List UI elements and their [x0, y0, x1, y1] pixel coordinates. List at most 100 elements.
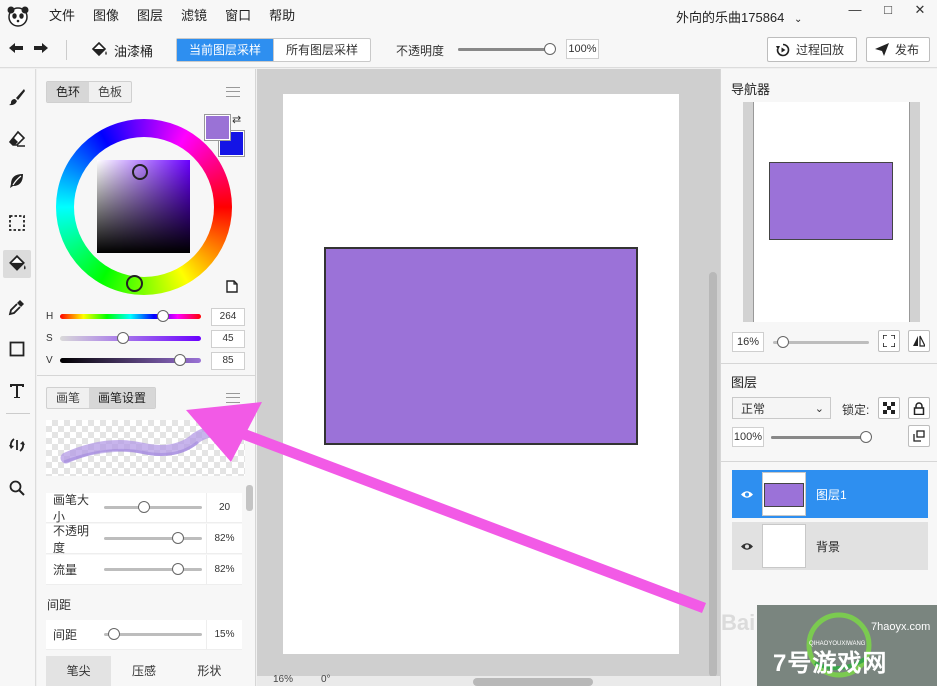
foreground-color-swatch[interactable] [204, 114, 231, 141]
brush-size-knob[interactable] [138, 501, 151, 513]
lock-transparency-button[interactable] [878, 397, 900, 419]
hue-slider[interactable] [60, 309, 201, 322]
tool-marquee[interactable] [3, 209, 31, 237]
saturation-value[interactable]: 45 [211, 330, 245, 348]
tab-brush-settings[interactable]: 画笔设置 [89, 388, 156, 408]
tool-bucket[interactable] [3, 250, 31, 278]
navigator-zoom-slider[interactable] [773, 336, 869, 348]
saturation-value-square[interactable] [97, 160, 190, 253]
menu-layer[interactable]: 图层 [128, 0, 172, 32]
visibility-eye-icon[interactable] [732, 490, 762, 499]
value-value[interactable]: 85 [211, 352, 245, 370]
color-panel-menu-icon[interactable] [226, 87, 240, 97]
swap-colors-icon[interactable]: ⇄ [232, 113, 241, 126]
brush-flow-slider[interactable] [104, 563, 202, 575]
opacity-slider[interactable] [458, 43, 556, 55]
sample-all-layers-option[interactable]: 所有图层采样 [273, 39, 370, 61]
menu-image[interactable]: 图像 [84, 0, 128, 32]
tab-shape[interactable]: 形状 [177, 656, 242, 686]
document-title[interactable]: 外向的乐曲175864 ⌄ [676, 7, 802, 26]
menu-filter[interactable]: 滤镜 [172, 0, 216, 32]
hue-value[interactable]: 264 [211, 308, 245, 326]
tool-brush[interactable] [3, 83, 31, 111]
purple-rectangle[interactable] [324, 247, 638, 445]
menu-file[interactable]: 文件 [40, 0, 84, 32]
undo-button[interactable] [6, 39, 26, 59]
watermark-baidu-text: Bai [721, 610, 756, 635]
tool-text[interactable] [3, 377, 31, 405]
brush-flow-knob[interactable] [172, 563, 185, 575]
hue-ring-handle[interactable] [126, 275, 143, 292]
value-slider[interactable] [60, 353, 201, 366]
brush-opacity-knob[interactable] [172, 532, 185, 544]
publish-button[interactable]: 发布 [866, 37, 930, 62]
copy-color-icon[interactable] [226, 280, 238, 296]
history-replay-button[interactable]: 过程回放 [767, 37, 857, 62]
opacity-slider-knob[interactable] [544, 43, 556, 55]
layer-opacity-knob[interactable] [860, 431, 872, 443]
sv-picker-handle[interactable] [132, 164, 148, 180]
saturation-slider[interactable] [60, 331, 201, 344]
brush-settings-scrollbar[interactable] [246, 485, 253, 511]
bucket-icon [91, 42, 107, 57]
navigator-zoom-value[interactable]: 16% [732, 332, 764, 352]
maximize-button[interactable]: □ [873, 0, 903, 22]
tab-pressure[interactable]: 压感 [111, 656, 176, 686]
menu-help[interactable]: 帮助 [260, 0, 304, 32]
tool-eyedropper[interactable] [3, 293, 31, 321]
fit-screen-button[interactable] [878, 330, 900, 352]
brush-opacity-value[interactable]: 82% [206, 524, 242, 554]
menu-window[interactable]: 窗口 [216, 0, 260, 32]
close-button[interactable]: ✕ [905, 0, 935, 22]
canvas-area[interactable]: 16% 0° [257, 69, 720, 686]
tab-swatches[interactable]: 色板 [89, 82, 131, 102]
layer-clip-button[interactable] [908, 425, 930, 447]
status-zoom: 16% [273, 674, 294, 685]
layer-row-layer1[interactable]: 图层1 [732, 470, 928, 518]
opacity-value[interactable]: 100% [566, 39, 599, 59]
layer-row-background[interactable]: 背景 [732, 522, 928, 570]
spacing-value[interactable]: 15% [206, 620, 242, 650]
hue-slider-knob[interactable] [157, 309, 170, 322]
navigator-zoom-knob[interactable] [777, 336, 789, 348]
sample-current-layer-option[interactable]: 当前图层采样 [177, 39, 274, 61]
flip-view-button[interactable] [908, 330, 930, 352]
lock-layer-button[interactable] [908, 397, 930, 419]
spacing-row: 间距 15% [46, 620, 242, 650]
tool-smudge[interactable] [3, 167, 31, 195]
right-panel: 导航器 16% 图层 正常 ⌄ 锁定: 100% 图层1 背景 [720, 69, 937, 686]
brush-flow-row: 流量 82% [46, 555, 242, 585]
tool-zoom[interactable] [3, 474, 31, 502]
spacing-slider[interactable] [104, 628, 202, 640]
minimize-button[interactable]: — [840, 0, 870, 22]
tool-rectangle[interactable] [3, 335, 31, 363]
redo-button[interactable] [31, 39, 51, 59]
layer-opacity-value[interactable]: 100% [732, 427, 764, 447]
brush-size-value[interactable]: 20 [206, 493, 242, 523]
tool-transform[interactable] [3, 431, 31, 459]
navigator-preview[interactable] [743, 102, 920, 322]
checker-lock-icon [883, 402, 895, 414]
brush-opacity-slider[interactable] [104, 532, 202, 544]
lock-icon [913, 401, 925, 415]
layer-opacity-slider[interactable] [771, 431, 872, 443]
brush-panel-menu-icon[interactable] [226, 393, 240, 403]
tab-color-wheel[interactable]: 色环 [47, 82, 90, 102]
canvas-paper[interactable] [283, 94, 679, 654]
tab-brush[interactable]: 画笔 [47, 388, 89, 408]
saturation-slider-knob[interactable] [117, 331, 130, 344]
color-wheel[interactable] [56, 119, 232, 295]
canvas-horizontal-scrollbar[interactable] [473, 678, 593, 686]
tab-brush-tip[interactable]: 笔尖 [46, 656, 112, 686]
eyedropper-icon [8, 300, 24, 316]
blend-mode-select[interactable]: 正常 ⌄ [732, 397, 831, 419]
visibility-eye-icon[interactable] [732, 542, 762, 551]
tool-eraser[interactable] [3, 125, 31, 153]
spacing-knob[interactable] [107, 628, 120, 640]
value-slider-knob[interactable] [173, 353, 186, 366]
sample-mode-toggle: 当前图层采样 所有图层采样 [176, 38, 372, 62]
color-tabs: 色环 色板 [46, 81, 133, 103]
canvas-vertical-scrollbar[interactable] [709, 272, 717, 677]
brush-size-slider[interactable] [104, 501, 202, 513]
brush-flow-value[interactable]: 82% [206, 555, 242, 585]
